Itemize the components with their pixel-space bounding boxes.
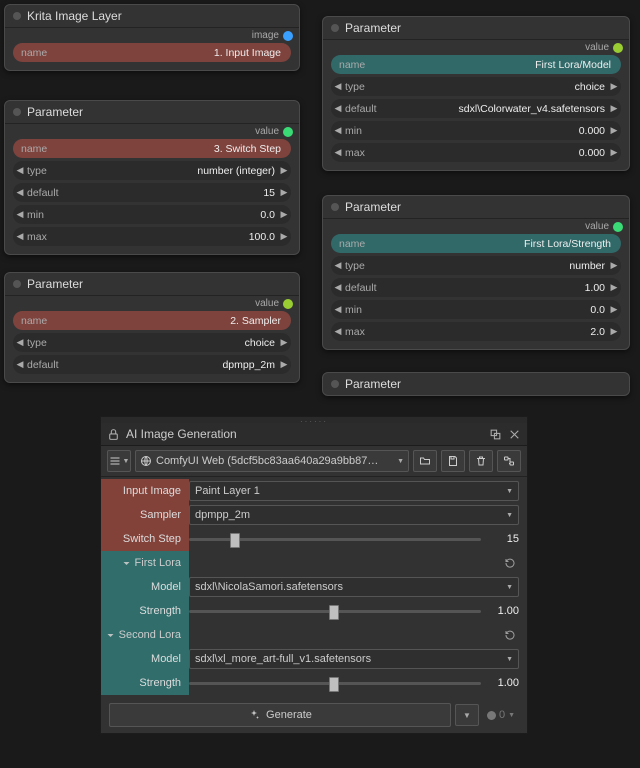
node-header[interactable]: Parameter xyxy=(5,273,299,296)
field-min[interactable]: ◀min0.0▶ xyxy=(331,300,621,319)
field-value: 1. Input Image xyxy=(51,47,283,59)
globe-icon xyxy=(140,455,152,467)
port-value[interactable] xyxy=(283,299,293,309)
node-header[interactable]: Krita Image Layer xyxy=(5,5,299,28)
dock-body: Input ImagePaint Layer 1▼ Samplerdpmpp_2… xyxy=(101,477,527,697)
float-icon[interactable] xyxy=(489,428,502,441)
slider-switch-step[interactable] xyxy=(189,530,481,548)
port-value[interactable] xyxy=(283,127,293,137)
generate-row: Generate ▼ 0 ▼ xyxy=(101,697,527,733)
field-type[interactable]: ◀typechoice▶ xyxy=(13,333,291,352)
node-parameter-extra[interactable]: Parameter xyxy=(322,372,630,396)
lock-icon xyxy=(107,428,120,441)
field-type[interactable]: ◀typechoice▶ xyxy=(331,77,621,96)
collapse-dot[interactable] xyxy=(13,108,21,116)
cap-second-lora-strength: Strength xyxy=(101,671,189,695)
field-default[interactable]: ◀defaultsdxl\Colorwater_v4.safetensors▶ xyxy=(331,99,621,118)
node-parameter-lora-strength[interactable]: Parameter value nameFirst Lora/Strength … xyxy=(322,195,630,350)
select-first-lora-model[interactable]: sdxl\NicolaSamori.safetensors▼ xyxy=(189,577,519,597)
seed-widget[interactable]: 0 ▼ xyxy=(483,709,519,721)
select-sampler[interactable]: dpmpp_2m▼ xyxy=(189,505,519,525)
node-parameter-lora-model[interactable]: Parameter value nameFirst Lora/Model ◀ty… xyxy=(322,16,630,171)
open-folder-button[interactable] xyxy=(413,450,437,472)
chevron-down-icon: ▼ xyxy=(508,712,515,719)
field-name[interactable]: name2. Sampler xyxy=(13,311,291,330)
cap-first-lora-strength: Strength xyxy=(101,599,189,623)
chevron-down-icon: ▼ xyxy=(506,488,513,495)
slider-first-lora-strength[interactable] xyxy=(189,602,481,620)
ai-image-generation-dock[interactable]: ······ AI Image Generation ▼ ComfyUI Web… xyxy=(100,416,528,734)
chevron-down-icon xyxy=(106,631,115,640)
close-icon[interactable] xyxy=(508,428,521,441)
slider-second-lora-strength[interactable] xyxy=(189,674,481,692)
field-name[interactable]: name1. Input Image xyxy=(13,43,291,62)
port-value[interactable] xyxy=(613,222,623,232)
cap-first-lora-model: Model xyxy=(101,575,189,599)
node-header[interactable]: Parameter xyxy=(5,101,299,124)
select-input-image[interactable]: Paint Layer 1▼ xyxy=(189,481,519,501)
field-name[interactable]: nameFirst Lora/Strength xyxy=(331,234,621,253)
field-max[interactable]: ◀max0.000▶ xyxy=(331,143,621,162)
chevron-down-icon xyxy=(122,559,131,568)
field-default[interactable]: ◀default1.00▶ xyxy=(331,278,621,297)
node-krita-image-layer[interactable]: Krita Image Layer image name1. Input Ima… xyxy=(4,4,300,71)
save-button[interactable] xyxy=(441,450,465,472)
select-second-lora-model[interactable]: sdxl\xl_more_art-full_v1.safetensors▼ xyxy=(189,649,519,669)
cap-sampler: Sampler xyxy=(101,503,189,527)
reset-first-lora[interactable] xyxy=(501,554,519,572)
workspace-name: ComfyUI Web (5dcf5bc83aa640a29a9bb87… xyxy=(156,455,393,467)
node-title: Parameter xyxy=(27,105,83,119)
dock-toolbar: ▼ ComfyUI Web (5dcf5bc83aa640a29a9bb87… … xyxy=(101,446,527,477)
collapse-dot[interactable] xyxy=(13,12,21,20)
cap-second-lora-model: Model xyxy=(101,647,189,671)
generate-options-button[interactable]: ▼ xyxy=(455,704,479,726)
sparkle-icon xyxy=(248,709,260,721)
dock-title-text: AI Image Generation xyxy=(126,427,237,441)
group-second-lora[interactable]: Second Lora xyxy=(101,623,189,647)
field-min[interactable]: ◀min0.0▶ xyxy=(13,205,291,224)
field-max[interactable]: ◀max2.0▶ xyxy=(331,322,621,341)
field-name[interactable]: nameFirst Lora/Model xyxy=(331,55,621,74)
output-port-row: image xyxy=(5,28,299,43)
generate-button[interactable]: Generate xyxy=(109,703,451,727)
field-name[interactable]: name3. Switch Step xyxy=(13,139,291,158)
group-first-lora[interactable]: First Lora xyxy=(101,551,189,575)
port-label: value xyxy=(255,126,279,137)
node-parameter-switch-step[interactable]: Parameter value name3. Switch Step ◀type… xyxy=(4,100,300,255)
nodes-button[interactable] xyxy=(497,450,521,472)
dock-titlebar[interactable]: AI Image Generation xyxy=(101,423,527,446)
arrow-left-icon[interactable]: ◀ xyxy=(13,165,27,176)
field-max[interactable]: ◀max100.0▶ xyxy=(13,227,291,246)
port-label: image xyxy=(252,30,279,41)
field-default[interactable]: ◀defaultdpmpp_2m▶ xyxy=(13,355,291,374)
seed-dot-icon xyxy=(487,711,496,720)
port-value[interactable] xyxy=(613,43,623,53)
menu-button[interactable]: ▼ xyxy=(107,450,131,472)
node-title: Krita Image Layer xyxy=(27,9,122,23)
output-port-row: value xyxy=(5,124,299,139)
field-type[interactable]: ◀typenumber (integer)▶ xyxy=(13,161,291,180)
cap-input-image: Input Image xyxy=(101,479,189,503)
field-label: name xyxy=(13,47,51,59)
seed-value: 0 xyxy=(499,709,505,721)
delete-button[interactable] xyxy=(469,450,493,472)
value-switch-step: 15 xyxy=(485,533,519,545)
cap-switch-step: Switch Step xyxy=(101,527,189,551)
node-title: Parameter xyxy=(27,277,83,291)
arrow-right-icon[interactable]: ▶ xyxy=(277,165,291,176)
field-type[interactable]: ◀typenumber▶ xyxy=(331,256,621,275)
workspace-combo[interactable]: ComfyUI Web (5dcf5bc83aa640a29a9bb87… ▼ xyxy=(135,450,409,472)
field-default[interactable]: ◀default15▶ xyxy=(13,183,291,202)
reset-second-lora[interactable] xyxy=(501,626,519,644)
node-parameter-sampler[interactable]: Parameter value name2. Sampler ◀typechoi… xyxy=(4,272,300,383)
field-min[interactable]: ◀min0.000▶ xyxy=(331,121,621,140)
generate-label: Generate xyxy=(266,709,312,721)
port-image[interactable] xyxy=(283,31,293,41)
